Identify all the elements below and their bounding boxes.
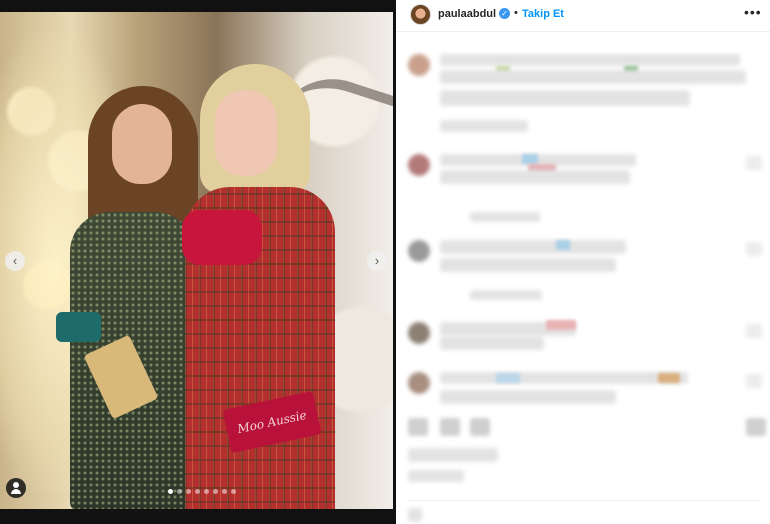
post-header: paulaabdul ✓ • Takip Et ••• — [396, 0, 770, 32]
avatar[interactable] — [408, 154, 430, 176]
emoji-blurred — [658, 373, 680, 383]
comment-meta-blurred — [470, 212, 540, 222]
user-tag-icon[interactable] — [6, 478, 26, 498]
person-left-face — [112, 104, 172, 184]
carousel-dot[interactable] — [231, 489, 236, 494]
heart-icon[interactable] — [746, 242, 762, 256]
post-photo[interactable]: Moo Aussie — [0, 12, 393, 509]
comment-text-blurred — [440, 70, 746, 84]
header-separator: • — [514, 7, 518, 19]
comment-text-blurred — [440, 90, 690, 106]
share-icon[interactable] — [470, 418, 490, 436]
avatar[interactable] — [408, 54, 430, 76]
heart-icon[interactable] — [408, 418, 428, 436]
carousel-dot[interactable] — [186, 489, 191, 494]
post-side-panel: paulaabdul ✓ • Takip Et ••• — [396, 0, 770, 524]
avatar[interactable] — [410, 4, 431, 25]
emoji-blurred — [556, 240, 570, 250]
likes-count-blurred — [408, 448, 498, 462]
chevron-left-icon[interactable]: ‹ — [5, 251, 25, 271]
emoji-blurred — [546, 320, 576, 330]
comment-text-blurred — [440, 54, 740, 66]
person-left-shawl — [56, 312, 101, 342]
person-right-bow — [182, 210, 262, 265]
comments-list — [396, 40, 770, 524]
carousel-dot[interactable] — [177, 489, 182, 494]
comment-text-blurred — [440, 336, 544, 350]
avatar[interactable] — [408, 322, 430, 344]
username-link[interactable]: paulaabdul — [438, 8, 496, 20]
emoji-icon[interactable] — [408, 508, 422, 522]
carousel-dot[interactable] — [195, 489, 200, 494]
heart-icon[interactable] — [746, 324, 762, 338]
verified-badge-icon: ✓ — [499, 8, 510, 19]
media-frame: Moo Aussie ‹ › — [0, 0, 396, 524]
carousel-dot[interactable] — [168, 489, 173, 494]
chevron-right-icon[interactable]: › — [367, 251, 387, 271]
comment-text-blurred — [440, 258, 616, 272]
emoji-blurred — [522, 154, 538, 164]
carousel-dot[interactable] — [204, 489, 209, 494]
comment-text-blurred — [440, 170, 630, 184]
bookmark-icon[interactable] — [746, 418, 766, 436]
comment-text-blurred — [440, 390, 616, 404]
carousel-dot[interactable] — [222, 489, 227, 494]
comment-meta-blurred — [440, 120, 528, 132]
more-icon[interactable]: ••• — [744, 4, 762, 20]
person-right-face — [215, 90, 277, 176]
comment-meta-blurred — [470, 290, 542, 300]
heart-icon[interactable] — [746, 156, 762, 170]
divider — [408, 500, 760, 501]
comment-text-blurred — [440, 372, 688, 384]
comment-icon[interactable] — [440, 418, 460, 436]
comment-text-blurred — [440, 240, 626, 254]
emoji-blurred — [496, 373, 520, 383]
follow-button[interactable]: Takip Et — [522, 8, 564, 20]
heart-icon[interactable] — [746, 374, 762, 388]
carousel-dots — [168, 489, 236, 497]
avatar[interactable] — [408, 240, 430, 262]
carousel-dot[interactable] — [213, 489, 218, 494]
timestamp-blurred — [408, 470, 464, 482]
avatar[interactable] — [408, 372, 430, 394]
